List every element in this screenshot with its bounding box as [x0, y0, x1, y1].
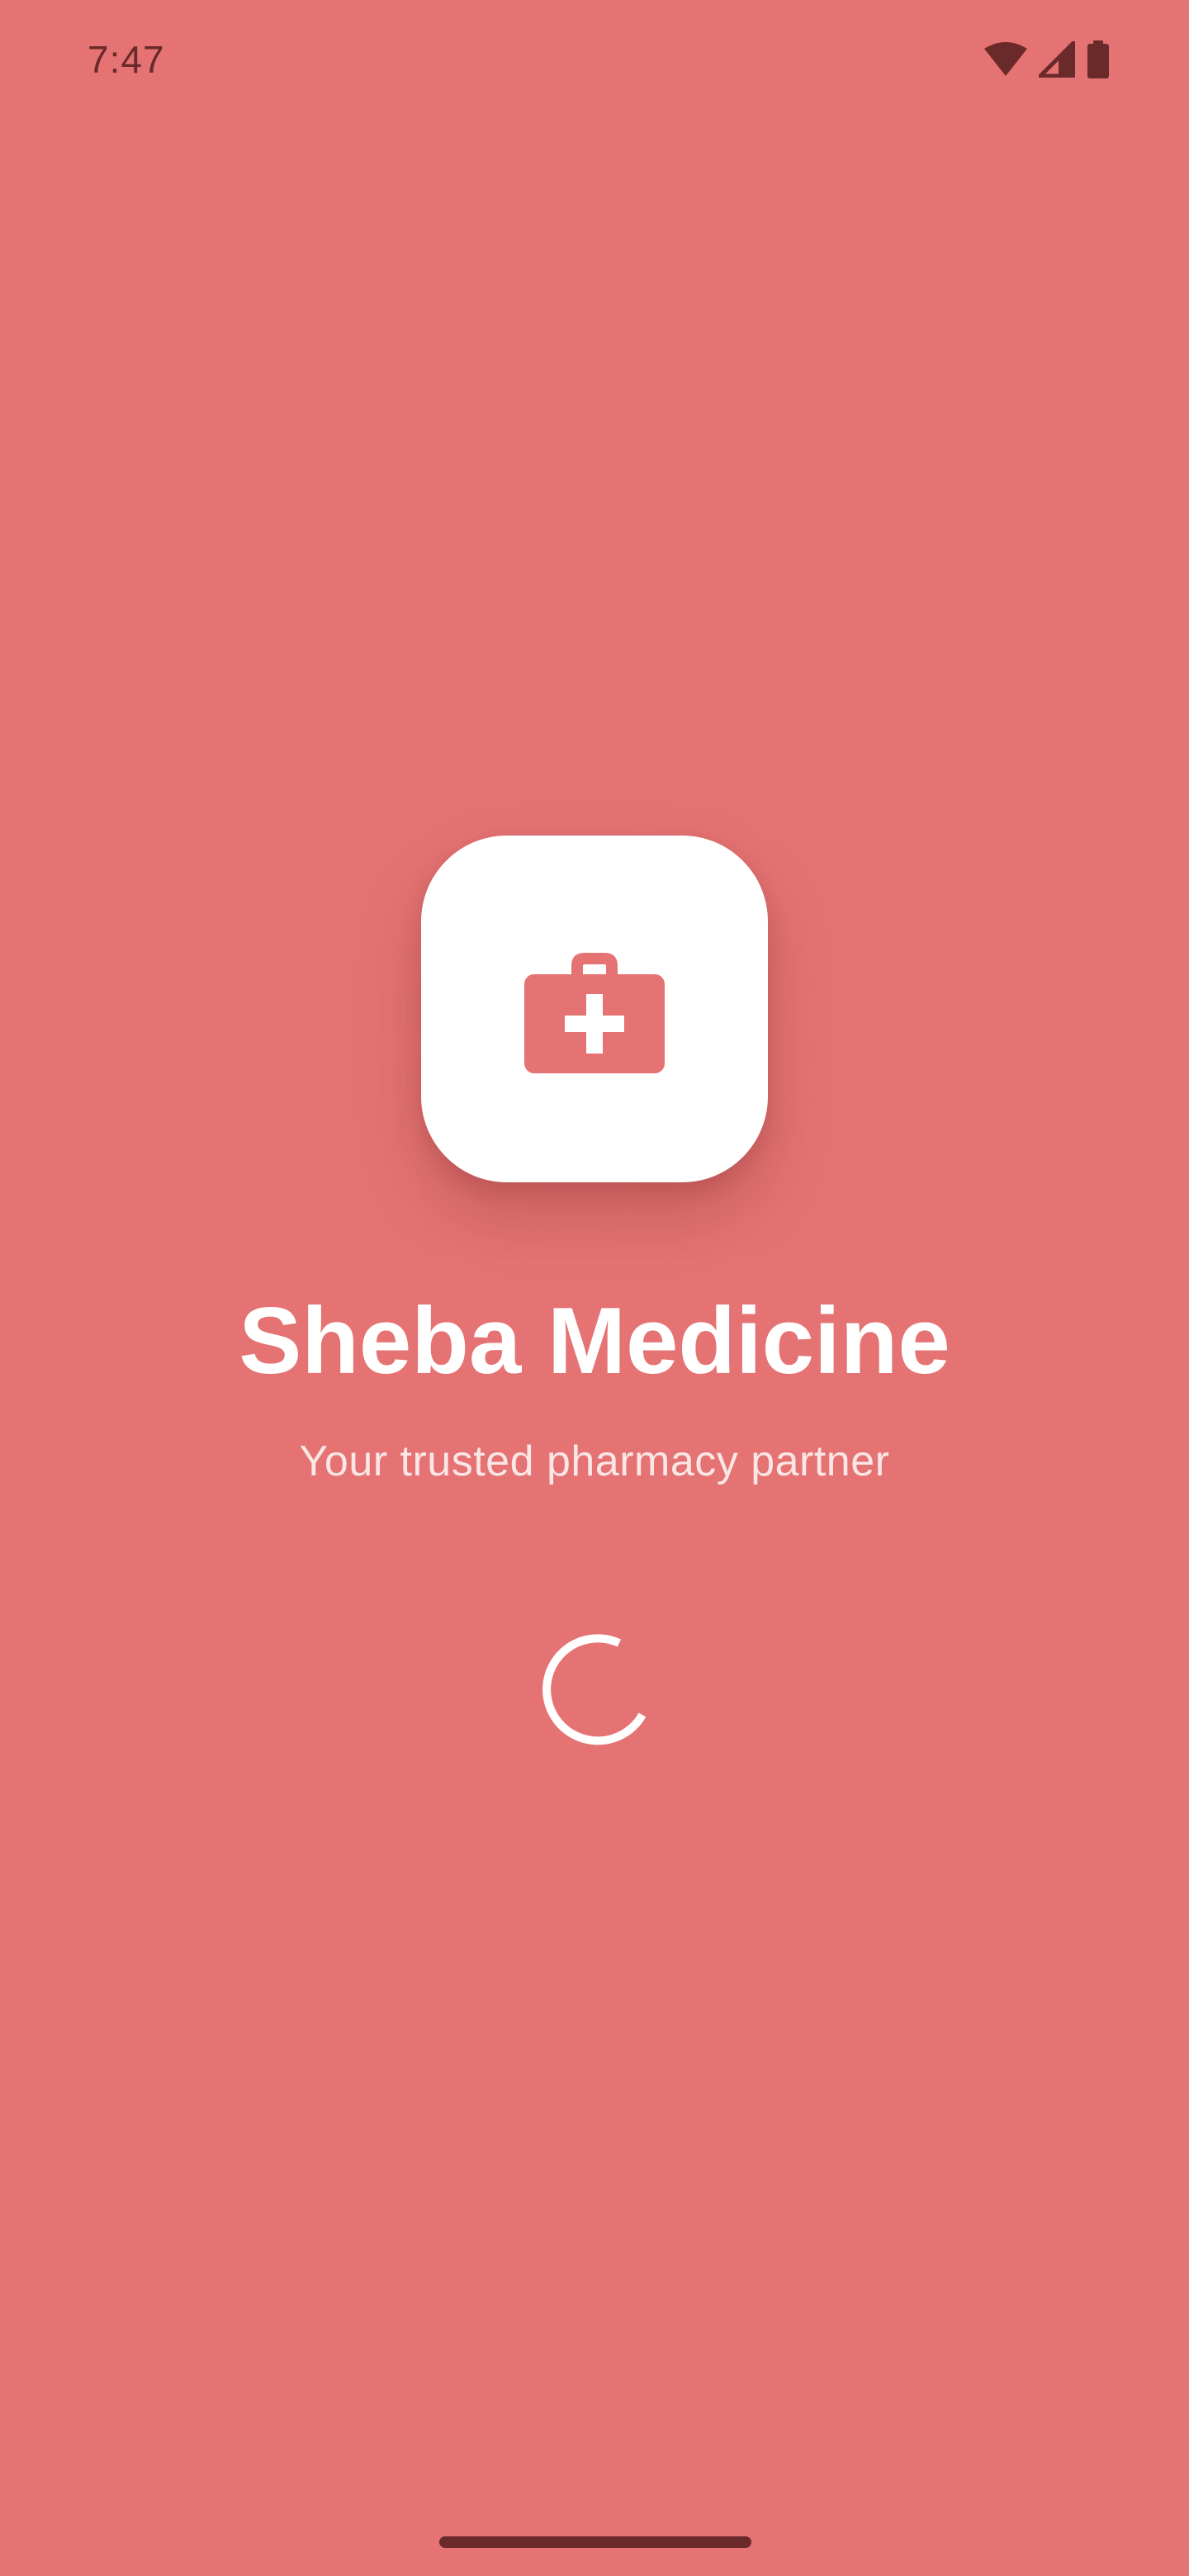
app-tagline: Your trusted pharmacy partner — [299, 1437, 890, 1485]
loading-spinner — [537, 1631, 652, 1747]
wifi-icon — [984, 42, 1027, 77]
status-bar: 7:47 — [0, 0, 1189, 116]
status-time: 7:47 — [88, 38, 165, 81]
medical-kit-icon — [520, 933, 669, 1086]
status-icons — [984, 38, 1110, 81]
app-logo-tile — [421, 836, 768, 1182]
cellular-signal-icon — [1039, 41, 1075, 78]
battery-icon — [1087, 40, 1110, 78]
app-title: Sheba Medicine — [239, 1289, 950, 1394]
home-indicator[interactable] — [439, 2536, 751, 2548]
